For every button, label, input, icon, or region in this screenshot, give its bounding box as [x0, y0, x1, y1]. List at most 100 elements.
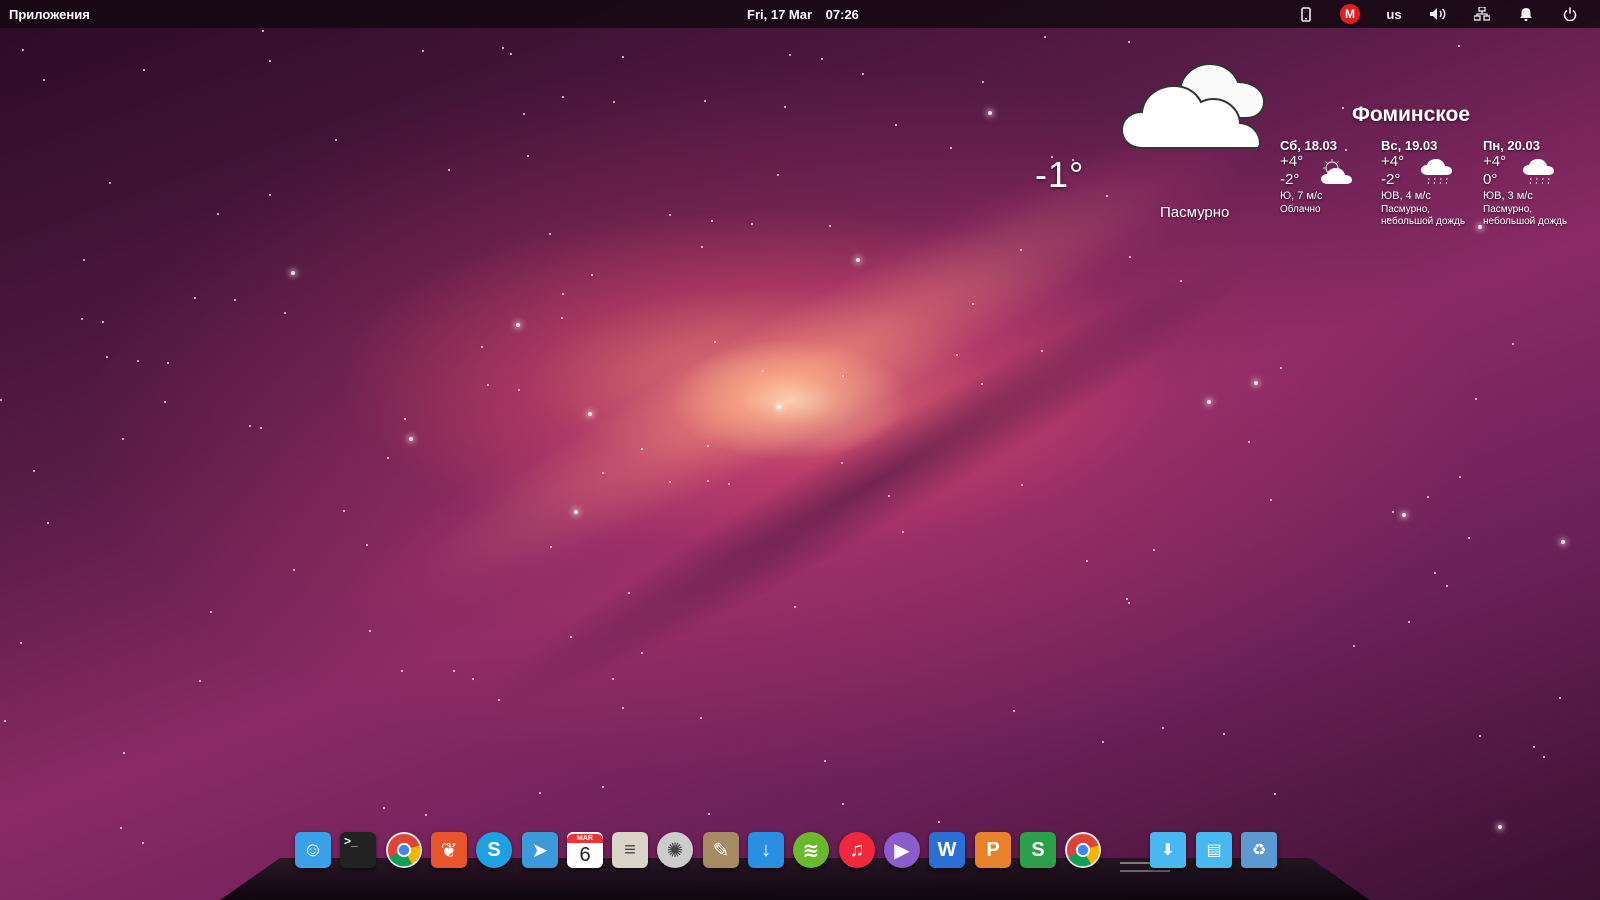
chrome-icon[interactable]	[1065, 832, 1101, 868]
light-rain-icon	[1523, 159, 1554, 187]
star	[199, 680, 201, 682]
star	[516, 323, 520, 327]
aperture-icon[interactable]: ✺	[657, 832, 693, 868]
star	[701, 246, 703, 248]
phone-indicator[interactable]	[1284, 0, 1328, 28]
star	[167, 362, 169, 364]
downloads-folder-icon[interactable]: ⬇	[1150, 832, 1186, 868]
star	[33, 470, 35, 472]
star	[714, 341, 716, 343]
star	[950, 147, 952, 149]
star	[487, 384, 489, 386]
calendar-month: MAR	[567, 833, 603, 843]
volume-indicator[interactable]	[1416, 0, 1460, 28]
star	[842, 803, 844, 805]
star	[591, 274, 593, 276]
player-icon[interactable]: ▶	[884, 832, 920, 868]
gimp-icon[interactable]: ✎	[703, 832, 739, 868]
star	[1254, 381, 1258, 385]
star	[1248, 441, 1250, 443]
finder-icon[interactable]: ☺	[295, 832, 331, 868]
star	[821, 58, 823, 60]
star	[22, 49, 24, 51]
star	[1459, 476, 1461, 478]
current-temperature: -1°	[1035, 154, 1085, 195]
forecast-day: Пн, 20.03 +4° 0° ЮВ, 3 м/с Пасмурно, неб…	[1483, 138, 1583, 228]
keyboard-layout[interactable]: us	[1372, 0, 1416, 28]
light-rain-icon	[1421, 159, 1452, 187]
telegram-icon[interactable]: ➤	[522, 832, 558, 868]
star	[562, 96, 564, 98]
star	[956, 354, 958, 356]
terminal-icon[interactable]: >_	[340, 832, 376, 868]
applications-menu[interactable]: Приложения	[9, 7, 90, 22]
scripts-icon[interactable]: ❦	[431, 832, 467, 868]
weather-widget: -1° Пасмурно Фоминское Сб, 18.03 +4° -2°…	[1035, 40, 1600, 260]
star	[1498, 825, 1502, 829]
star	[269, 194, 271, 196]
star	[81, 318, 83, 320]
star	[387, 457, 389, 459]
forecast-wind: ЮВ, 4 м/с	[1381, 190, 1431, 202]
star	[194, 297, 196, 299]
star	[1180, 280, 1182, 282]
star	[550, 546, 552, 548]
mail-indicator[interactable]: M	[1328, 0, 1372, 28]
star	[1044, 36, 1046, 38]
partly-cloudy-icon	[1321, 159, 1352, 184]
star	[902, 531, 904, 533]
chrome-icon[interactable]	[386, 832, 422, 868]
notifications-indicator[interactable]	[1504, 0, 1548, 28]
forecast-condition: Пасмурно, небольшой дождь	[1381, 204, 1466, 227]
spotify-icon[interactable]: ≋	[793, 832, 829, 868]
star	[728, 483, 730, 485]
star	[448, 169, 450, 171]
writer-icon[interactable]: W	[929, 832, 965, 868]
star	[142, 842, 144, 844]
forecast-day: Сб, 18.03 +4° -2° Ю, 7 м/с Облачно	[1280, 138, 1380, 216]
forecast-date: Пн, 20.03	[1483, 138, 1540, 153]
star	[472, 678, 474, 680]
star	[518, 389, 520, 391]
power-menu[interactable]	[1548, 0, 1592, 28]
star	[622, 707, 624, 709]
download-icon[interactable]: ↓	[748, 832, 784, 868]
star	[210, 611, 212, 613]
documents-folder-icon[interactable]: ▤	[1196, 832, 1232, 868]
star	[1021, 484, 1023, 486]
network-indicator[interactable]	[1460, 0, 1504, 28]
star	[1408, 621, 1410, 623]
network-icon	[1474, 7, 1490, 21]
star	[708, 813, 710, 815]
star	[1353, 645, 1355, 647]
spreadsheet-icon[interactable]: S	[1020, 832, 1056, 868]
star	[777, 174, 779, 176]
calendar-icon[interactable]: MAR 6	[567, 832, 603, 868]
star	[425, 814, 427, 816]
clock[interactable]: Fri, 17 Mar 07:26	[747, 7, 869, 22]
star	[856, 258, 860, 262]
star	[794, 606, 796, 608]
star	[1013, 710, 1015, 712]
power-icon	[1563, 7, 1577, 21]
star	[1434, 572, 1436, 574]
trash-icon[interactable]: ♻	[1241, 832, 1277, 868]
star	[102, 321, 104, 323]
star	[888, 495, 890, 497]
presentation-icon[interactable]: P	[975, 832, 1011, 868]
forecast-date: Сб, 18.03	[1280, 138, 1338, 153]
music-icon[interactable]: ♫	[839, 832, 875, 868]
skype-icon[interactable]: S	[476, 832, 512, 868]
star	[1468, 537, 1470, 539]
star	[841, 462, 843, 464]
star	[269, 60, 271, 62]
star	[539, 792, 541, 794]
star	[137, 360, 139, 362]
notes-icon[interactable]: ≡	[612, 832, 648, 868]
star	[622, 56, 624, 58]
star	[453, 670, 455, 672]
star	[1153, 549, 1155, 551]
star	[527, 155, 529, 157]
star	[1086, 560, 1088, 562]
current-condition: Пасмурно	[1160, 204, 1230, 221]
